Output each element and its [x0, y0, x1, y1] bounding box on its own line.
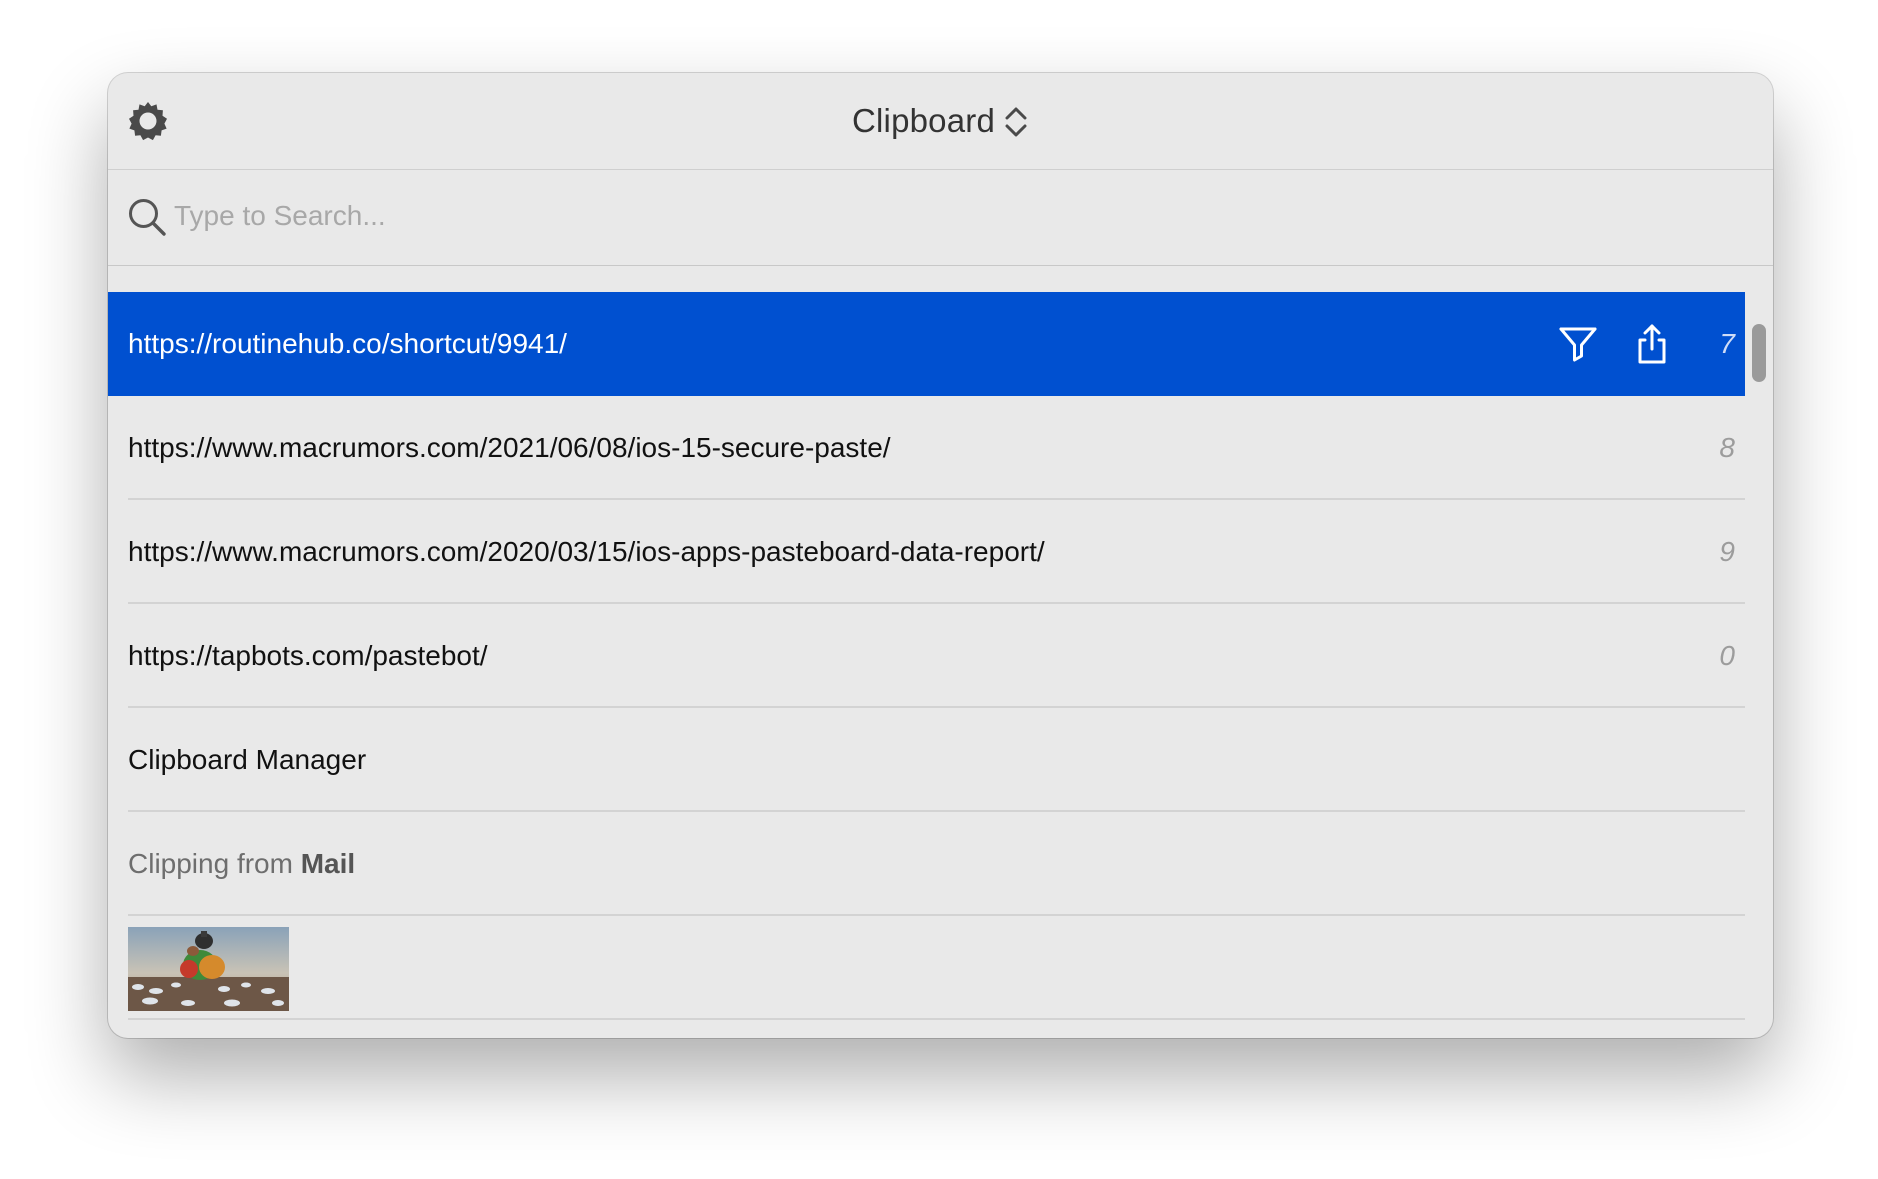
list-item-text: Clipboard Manager: [128, 744, 367, 775]
clipping-prefix: Clipping from: [128, 848, 301, 879]
shortcut-number: 0: [1719, 640, 1735, 671]
clipboard-switcher[interactable]: Clipboard: [108, 73, 1773, 169]
shortcut-number: 7: [1719, 328, 1735, 359]
image-thumbnail: [128, 927, 289, 1011]
list-item-text: https://routinehub.co/shortcut/9941/: [128, 328, 567, 359]
scrollbar-thumb[interactable]: [1752, 324, 1766, 382]
list-item[interactable]: https://routinehub.co/shortcut/9941/ 7: [108, 292, 1745, 396]
list-item-text: https://tapbots.com/pastebot/: [128, 640, 488, 671]
list-item-text: https://www.macrumors.com/2020/03/15/ios…: [128, 536, 1045, 567]
chevron-up-down-icon: [1005, 107, 1027, 137]
list-item-text: https://www.macrumors.com/2021/06/08/ios…: [128, 432, 891, 463]
clipping-source: Mail: [300, 848, 356, 879]
list-item[interactable]: Clipboard Manager: [108, 708, 1745, 812]
row-actions: [1557, 323, 1673, 365]
shortcut-number: 9: [1719, 536, 1735, 567]
clipboard-window: Clipboard https://routinehub.co/shortcut…: [108, 73, 1773, 1038]
list-item[interactable]: Clipping from Mail: [108, 812, 1745, 916]
window-title: Clipboard: [851, 102, 996, 139]
list-item[interactable]: [108, 916, 1745, 1020]
list-item[interactable]: https://tapbots.com/pastebot/ 0: [108, 604, 1745, 708]
title-bar: Clipboard: [108, 73, 1773, 170]
share-icon[interactable]: [1631, 323, 1673, 365]
search-bar: [108, 170, 1773, 266]
list-item[interactable]: https://www.macrumors.com/2021/06/08/ios…: [108, 396, 1745, 500]
filter-icon[interactable]: [1557, 323, 1599, 365]
search-input[interactable]: [174, 196, 1674, 236]
search-icon: [129, 199, 166, 236]
shortcut-number: 8: [1719, 432, 1735, 463]
clipping-label: Clipping from Mail: [128, 812, 355, 916]
row-divider: [128, 1018, 1745, 1020]
clipboard-list: https://routinehub.co/shortcut/9941/ 7 h…: [108, 292, 1745, 1020]
list-item[interactable]: https://www.macrumors.com/2020/03/15/ios…: [108, 500, 1745, 604]
scrollbar[interactable]: [1745, 292, 1773, 1038]
